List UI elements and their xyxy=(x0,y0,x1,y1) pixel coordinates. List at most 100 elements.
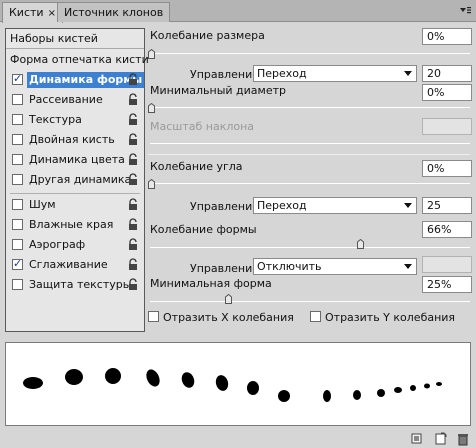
lock-icon[interactable] xyxy=(127,198,139,211)
lock-icon[interactable] xyxy=(127,133,139,146)
roundness-jitter-slider-thumb[interactable] xyxy=(357,239,364,249)
sidebar-item-label: Шум xyxy=(29,198,56,211)
preview-dab xyxy=(181,372,195,388)
size-jitter-slider-track[interactable] xyxy=(150,53,470,54)
tab-clone-source-label: Источник клонов xyxy=(64,6,164,19)
tab-close-icon[interactable]: × xyxy=(48,8,56,19)
other-dynamics-checkbox[interactable] xyxy=(12,174,23,185)
lock-icon[interactable] xyxy=(127,113,139,126)
tab-clone-source[interactable]: Источник клонов xyxy=(57,2,171,22)
roundness-jitter-slider-track[interactable] xyxy=(150,247,470,248)
angle-jitter-slider-track[interactable] xyxy=(150,183,470,184)
texture-checkbox[interactable] xyxy=(12,114,23,125)
min-roundness-slider-thumb[interactable] xyxy=(225,294,232,304)
roundness-jitter-value[interactable]: 66% xyxy=(422,221,472,238)
preview-dab xyxy=(278,390,290,402)
preview-dab xyxy=(436,382,442,386)
shape-dynamics-checkbox[interactable] xyxy=(12,72,23,85)
sidebar-divider xyxy=(10,193,140,194)
flip-y-checkbox[interactable] xyxy=(310,311,321,322)
min-roundness-value[interactable]: 25% xyxy=(422,276,472,293)
preview-dab xyxy=(65,369,83,385)
sidebar-item-label: Другая динамика xyxy=(29,173,132,186)
flip-y-label: Отразить Y колебания xyxy=(325,311,456,324)
dual-brush-checkbox[interactable] xyxy=(12,134,23,145)
roundness-jitter-label: Колебание формы xyxy=(150,223,257,236)
tilt-scale-slider-track xyxy=(150,143,470,144)
chevron-down-icon xyxy=(404,264,412,269)
sidebar-item-label: Динамика цвета xyxy=(29,153,125,166)
lock-icon[interactable] xyxy=(127,238,139,251)
protect-texture-checkbox[interactable] xyxy=(12,279,23,290)
lock-icon[interactable] xyxy=(127,93,139,106)
lock-icon[interactable] xyxy=(127,218,139,231)
tilt-scale-value xyxy=(422,118,472,135)
preview-dab xyxy=(353,390,361,400)
sidebar-item-label: Защита текстуры xyxy=(29,278,132,291)
brush-presets-item[interactable]: Наборы кистей xyxy=(6,29,144,49)
sidebar-item-label: Влажные края xyxy=(29,218,114,231)
wet-edges-checkbox[interactable] xyxy=(12,219,23,230)
angle-fade-steps[interactable]: 25 xyxy=(422,197,472,214)
section-divider xyxy=(148,154,470,155)
preview-dab xyxy=(410,385,416,391)
brush-tip-shape-item[interactable]: Форма отпечатка кисти xyxy=(6,50,149,70)
sidebar-item-smoothing[interactable]: Сглаживание xyxy=(6,255,144,275)
size-control-dropdown[interactable]: Переход xyxy=(253,65,417,82)
preview-dab xyxy=(146,369,160,387)
angle-jitter-slider-thumb[interactable] xyxy=(148,179,155,189)
sidebar-item-other-dynamics[interactable]: Другая динамика xyxy=(6,170,144,190)
sidebar-item-wet-edges[interactable]: Влажные края xyxy=(6,215,144,235)
angle-jitter-value[interactable]: 0% xyxy=(422,160,472,177)
sidebar-item-protect-texture[interactable]: Защита текстуры xyxy=(6,275,144,295)
chevron-down-icon xyxy=(404,203,412,208)
lock-icon[interactable] xyxy=(127,173,139,186)
min-diameter-slider-thumb[interactable] xyxy=(148,103,155,113)
angle-control-label: Управление: xyxy=(190,200,263,213)
lock-icon[interactable] xyxy=(127,73,139,86)
preview-dab xyxy=(105,368,121,384)
roundness-control-dropdown[interactable]: Отключить xyxy=(253,258,417,275)
sidebar-item-label: Текстура xyxy=(29,113,82,126)
lock-icon[interactable] xyxy=(127,258,139,271)
preview-dab xyxy=(377,389,385,397)
airbrush-checkbox[interactable] xyxy=(12,239,23,250)
size-jitter-slider-thumb[interactable] xyxy=(148,49,155,59)
tilt-scale-label: Масштаб наклона xyxy=(150,120,255,133)
sidebar-item-label: Рассеивание xyxy=(29,93,103,106)
angle-control-dropdown[interactable]: Переход xyxy=(253,197,417,214)
smoothing-checkbox[interactable] xyxy=(12,257,23,270)
sidebar-item-scattering[interactable]: Рассеивание xyxy=(6,90,144,110)
min-roundness-slider-track[interactable] xyxy=(150,301,470,302)
brush-library-icon[interactable] xyxy=(410,432,424,446)
sidebar-item-texture[interactable]: Текстура xyxy=(6,110,144,130)
min-diameter-slider-track[interactable] xyxy=(150,107,470,108)
sidebar-item-shape-dynamics[interactable]: Динамика формы xyxy=(6,70,145,90)
min-diameter-value[interactable]: 0% xyxy=(422,84,472,101)
trash-icon[interactable] xyxy=(456,432,470,446)
preview-dab xyxy=(23,377,43,389)
scattering-checkbox[interactable] xyxy=(12,94,23,105)
noise-checkbox[interactable] xyxy=(12,199,23,210)
sidebar-item-color-dynamics[interactable]: Динамика цвета xyxy=(6,150,144,170)
sidebar-item-label: Аэрограф xyxy=(29,238,86,251)
sidebar-item-dual-brush[interactable]: Двойная кисть xyxy=(6,130,144,150)
panel-menu-icon[interactable] xyxy=(458,4,472,18)
tab-brushes-label: Кисти xyxy=(9,6,44,19)
size-fade-steps[interactable]: 20 xyxy=(422,65,472,82)
tab-bar: Кисти × Источник клонов xyxy=(0,0,476,23)
tab-brushes[interactable]: Кисти × xyxy=(2,2,63,23)
chevron-down-icon xyxy=(404,71,412,76)
lock-icon[interactable] xyxy=(127,153,139,166)
min-roundness-label: Минимальная форма xyxy=(150,277,272,290)
new-brush-icon[interactable] xyxy=(434,432,448,446)
color-dynamics-checkbox[interactable] xyxy=(12,154,23,165)
size-jitter-value[interactable]: 0% xyxy=(422,28,472,45)
sidebar-item-airbrush[interactable]: Аэрограф xyxy=(6,235,144,255)
preview-dab xyxy=(247,381,259,395)
sidebar-item-noise[interactable]: Шум xyxy=(6,195,144,215)
lock-icon[interactable] xyxy=(127,278,139,291)
shape-dynamics-settings: Колебание размера 0% Управление: Переход… xyxy=(148,22,476,340)
brush-stroke-preview xyxy=(5,342,471,426)
flip-x-checkbox[interactable] xyxy=(148,311,159,322)
